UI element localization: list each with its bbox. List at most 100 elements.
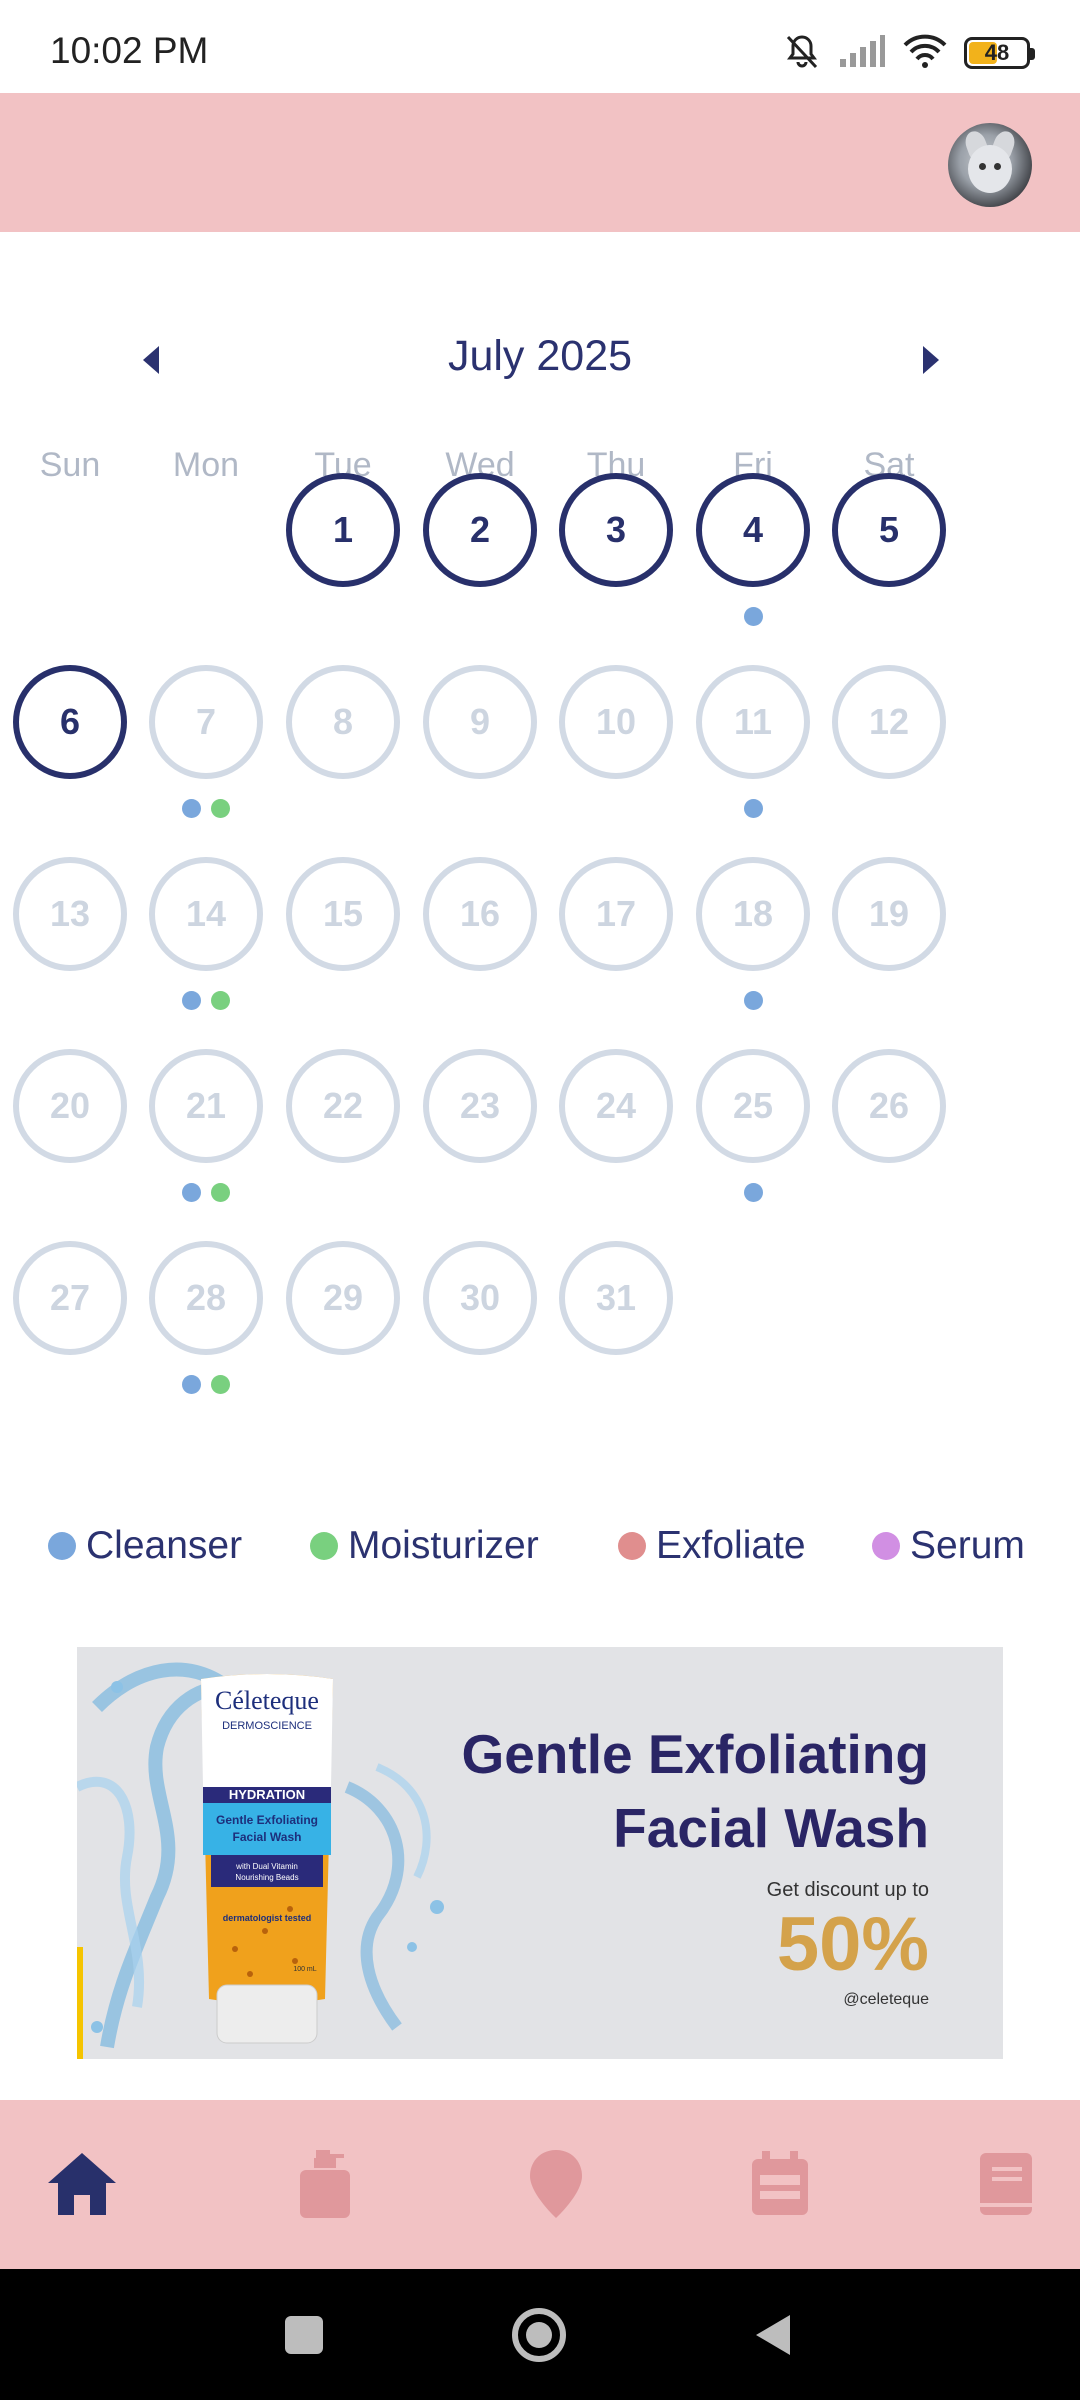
day-7[interactable]: 7 [149,665,263,779]
cleanser-marker [182,799,201,818]
day-10[interactable]: 10 [559,665,673,779]
day-13[interactable]: 13 [13,857,127,971]
moisturizer-marker [211,991,230,1010]
day-31[interactable]: 31 [559,1241,673,1355]
cleanser-marker [182,1375,201,1394]
month-navigation: July 2025 [0,320,1080,400]
weekday-mon: Mon [172,446,240,484]
weekday-sun: Sun [39,446,101,484]
product-name-line2: Facial Wash [233,1830,302,1844]
legend-label: Moisturizer [348,1524,539,1567]
product-claim-line2: Nourishing Beads [235,1873,298,1882]
legend-label: Cleanser [86,1524,243,1567]
day-2[interactable]: 2 [423,473,537,587]
day-11[interactable]: 11 [696,665,810,779]
day-18[interactable]: 18 [696,857,810,971]
product-brand: Céleteque [215,1686,319,1715]
day-3[interactable]: 3 [559,473,673,587]
battery-icon: 48 [964,37,1035,69]
circle-icon [512,2308,566,2362]
legend-item-exfoliate: Exfoliate [618,1524,806,1568]
product-category: HYDRATION [229,1787,305,1802]
moisturizer-marker [211,1183,230,1202]
exfoliate-legend-dot [618,1532,646,1560]
day-4[interactable]: 4 [696,473,810,587]
day-26[interactable]: 26 [832,1049,946,1163]
avatar[interactable] [948,123,1032,207]
next-month-button[interactable] [911,340,951,380]
legend-item-serum: Serum [872,1524,1025,1568]
moisturizer-marker [211,1375,230,1394]
legend: Cleanser Moisturizer Exfoliate Serum [48,1524,1048,1580]
day-29[interactable]: 29 [286,1241,400,1355]
banner-handle: @celeteque [843,1991,929,2008]
system-navigation-bar [0,2269,1080,2400]
status-bar: 10:02 PM 48 [0,0,1080,93]
day-20[interactable]: 20 [13,1049,127,1163]
day-16[interactable]: 16 [423,857,537,971]
nav-tab-journal[interactable] [964,2142,1048,2226]
day-7-markers [182,799,230,819]
cleanser-marker [182,991,201,1010]
status-time: 10:02 PM [50,30,209,71]
back-triangle-icon [756,2315,790,2355]
day-21[interactable]: 21 [149,1049,263,1163]
top-header [0,93,1080,232]
cleanser-legend-dot [48,1532,76,1560]
day-27[interactable]: 27 [13,1241,127,1355]
back-button[interactable] [744,2305,804,2365]
day-22[interactable]: 22 [286,1049,400,1163]
nav-tab-products[interactable] [282,2142,366,2226]
calendar-icon [752,2151,808,2215]
recents-button[interactable] [274,2305,334,2365]
banner-discount: 50% [776,1902,929,1987]
bottom-navigation [0,2100,1080,2269]
nav-tab-calendar[interactable] [738,2142,822,2226]
legend-label: Exfoliate [656,1524,806,1567]
nav-tab-location[interactable] [514,2142,598,2226]
banner-accent-bar [77,1947,83,2059]
mute-bell-icon [782,31,822,76]
cleanser-marker [743,607,763,626]
day-17[interactable]: 17 [559,857,673,971]
nav-tab-home[interactable] [40,2142,124,2226]
day-30[interactable]: 30 [423,1241,537,1355]
home-icon [48,2153,116,2215]
wifi-icon [902,33,948,74]
signal-icon [838,33,886,74]
banner-title: Gentle Exfoliating Facial Wash [409,1717,929,1865]
day-23[interactable]: 23 [423,1049,537,1163]
day-1[interactable]: 1 [286,473,400,587]
serum-legend-dot [872,1532,900,1560]
day-6[interactable]: 6 [13,665,127,779]
legend-item-moisturizer: Moisturizer [310,1524,539,1568]
day-24[interactable]: 24 [559,1049,673,1163]
day-15[interactable]: 15 [286,857,400,971]
day-28[interactable]: 28 [149,1241,263,1355]
product-claim-line1: with Dual Vitamin [235,1862,298,1871]
promo-banner[interactable]: Céleteque DERMOSCIENCE HYDRATION Gentle … [77,1647,1003,2059]
bottle-icon [300,2150,350,2218]
moisturizer-legend-dot [310,1532,338,1560]
day-12[interactable]: 12 [832,665,946,779]
day-5[interactable]: 5 [832,473,946,587]
moisturizer-marker [211,799,230,818]
day-28-markers [182,1375,230,1395]
day-14[interactable]: 14 [149,857,263,971]
product-tube-image: Céleteque DERMOSCIENCE HYDRATION Gentle … [201,1674,333,2044]
day-25[interactable]: 25 [696,1049,810,1163]
day-19[interactable]: 19 [832,857,946,971]
home-system-button[interactable] [509,2305,569,2365]
banner-subtitle: Get discount up to [766,1879,929,1901]
day-21-markers [182,1183,230,1203]
banner-title-line1: Gentle Exfoliating [461,1723,929,1785]
day-8[interactable]: 8 [286,665,400,779]
book-icon [980,2153,1032,2215]
legend-item-cleanser: Cleanser [48,1524,242,1568]
day-9[interactable]: 9 [423,665,537,779]
battery-level: 48 [984,40,1010,65]
legend-label: Serum [910,1524,1025,1567]
cleanser-marker [743,799,763,818]
day-18-markers [743,991,763,1011]
product-name-line1: Gentle Exfoliating [216,1813,318,1827]
